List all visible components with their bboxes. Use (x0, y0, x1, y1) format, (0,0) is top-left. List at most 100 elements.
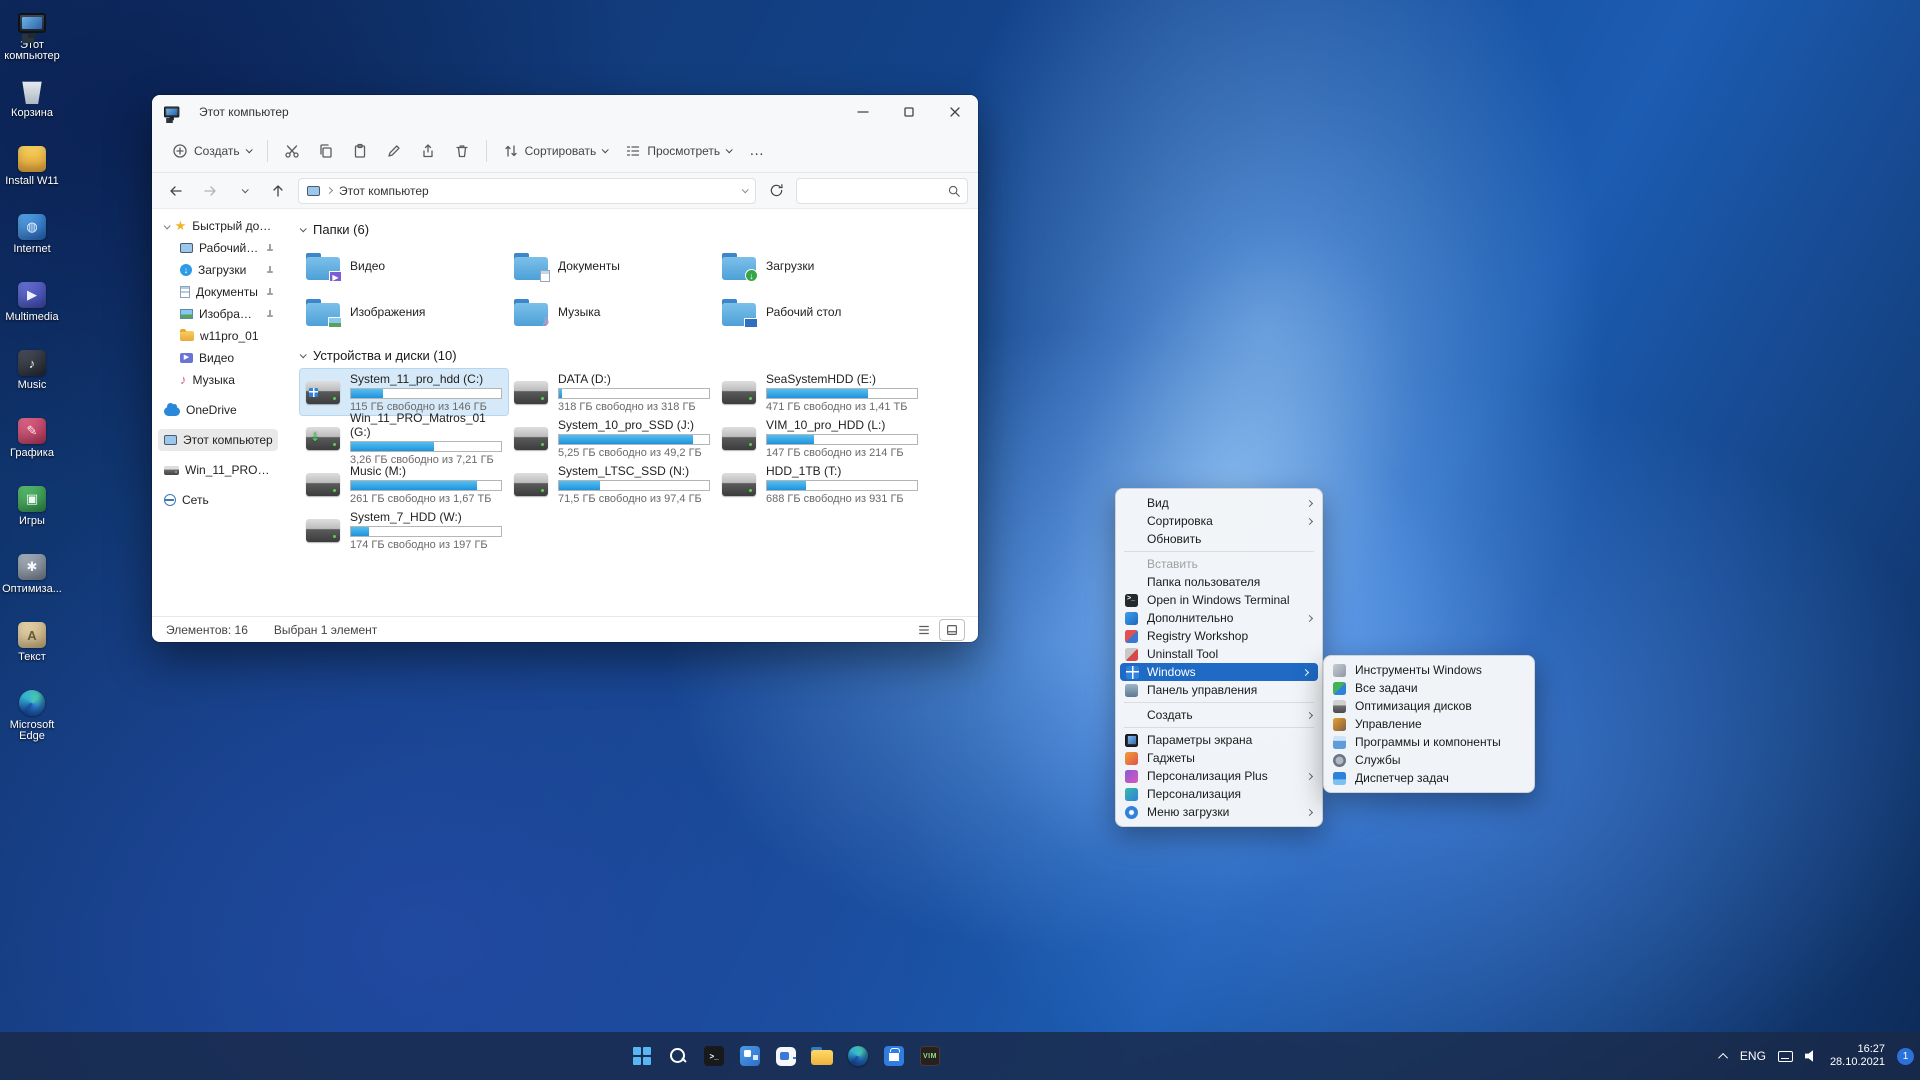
taskbar-store-button[interactable] (876, 1036, 912, 1076)
clock[interactable]: 16:27 28.10.2021 (1830, 1043, 1885, 1069)
desktop-icon-text[interactable]: А Текст (0, 616, 64, 684)
sidebar-item-music[interactable]: ♪ Музыка (158, 369, 278, 391)
desktop-icon-internet[interactable]: ◍ Internet (0, 208, 64, 276)
rename-button[interactable] (378, 137, 410, 165)
desktop-icon-this-pc[interactable]: Этот компьютер (0, 4, 64, 72)
desktop-icon-recycle-bin[interactable]: Корзина (0, 72, 64, 140)
context-menu-item-advanced[interactable]: Дополнительно (1116, 609, 1322, 627)
taskbar-edge-button[interactable] (840, 1036, 876, 1076)
drive-tile-g[interactable]: ⇣ Win_11_PRO_Matros_01 (G:) 3,26 ГБ своб… (300, 415, 508, 461)
taskbar-vim-button[interactable]: VIM (912, 1036, 948, 1076)
sidebar-item-pictures[interactable]: Изображения (158, 303, 278, 325)
refresh-button[interactable] (762, 177, 790, 205)
search-input[interactable] (796, 178, 968, 204)
desktop-icon-music[interactable]: ♪ Music (0, 344, 64, 412)
folder-tile-pictures[interactable]: Изображения (300, 289, 508, 335)
sidebar-item-onedrive[interactable]: OneDrive (158, 399, 278, 421)
sidebar-item-quick-access[interactable]: ★ Быстрый доступ (158, 215, 278, 237)
context-menu-item-user-folder[interactable]: Папка пользователя (1116, 573, 1322, 591)
submenu-item-task-manager[interactable]: Диспетчер задач (1324, 769, 1534, 787)
context-menu-item-view[interactable]: Вид (1116, 494, 1322, 512)
sidebar-item-network[interactable]: Сеть (158, 489, 278, 511)
collapse-chevron-icon[interactable] (300, 351, 307, 358)
taskbar-terminal-button[interactable]: >_ (696, 1036, 732, 1076)
context-menu-item-personalization-plus[interactable]: Персонализация Plus (1116, 767, 1322, 785)
submenu-item-all-tasks[interactable]: Все задачи (1324, 679, 1534, 697)
forward-button[interactable] (196, 177, 224, 205)
context-menu-item-control-panel[interactable]: Панель управления (1116, 681, 1322, 699)
drive-tile-d[interactable]: DATA (D:) 318 ГБ свободно из 318 ГБ (508, 369, 716, 415)
sidebar-item-desktop[interactable]: Рабочий стол (158, 237, 278, 259)
recent-locations-button[interactable] (230, 177, 258, 205)
taskbar-chat-button[interactable] (768, 1036, 804, 1076)
folder-tile-music[interactable]: ♪ Музыка (508, 289, 716, 335)
large-icons-view-button[interactable] (940, 620, 964, 640)
drive-tile-j[interactable]: System_10_pro_SSD (J:) 5,25 ГБ свободно … (508, 415, 716, 461)
submenu-item-management[interactable]: Управление (1324, 715, 1534, 733)
view-button[interactable]: Просмотреть (617, 137, 739, 165)
drive-tile-n[interactable]: System_LTSC_SSD (N:) 71,5 ГБ свободно из… (508, 461, 716, 507)
title-bar[interactable]: Этот компьютер (152, 95, 978, 129)
context-menu-item-display-settings[interactable]: Параметры экрана (1116, 731, 1322, 749)
collapse-chevron-icon[interactable] (300, 225, 307, 232)
share-button[interactable] (412, 137, 444, 165)
paste-button[interactable] (344, 137, 376, 165)
submenu-item-disk-optimization[interactable]: Оптимизация дисков (1324, 697, 1534, 715)
breadcrumb[interactable]: Этот компьютер (298, 178, 756, 204)
delete-button[interactable] (446, 137, 478, 165)
drive-tile-w[interactable]: System_7_HDD (W:) 174 ГБ свободно из 197… (300, 507, 508, 553)
volume-icon[interactable] (1805, 1050, 1818, 1063)
back-button[interactable] (162, 177, 190, 205)
taskbar-explorer-button[interactable] (804, 1036, 840, 1076)
folder-tile-downloads[interactable]: ↓ Загрузки (716, 243, 924, 289)
context-menu-item-sort[interactable]: Сортировка (1116, 512, 1322, 530)
maximize-button[interactable] (886, 95, 932, 129)
drive-tile-m[interactable]: Music (M:) 261 ГБ свободно из 1,67 ТБ (300, 461, 508, 507)
context-menu-item-gadgets[interactable]: Гаджеты (1116, 749, 1322, 767)
context-menu-item-refresh[interactable]: Обновить (1116, 530, 1322, 548)
close-button[interactable] (932, 95, 978, 129)
sidebar-item-w11pro-folder[interactable]: w11pro_01 (158, 325, 278, 347)
new-button[interactable]: Создать (164, 137, 259, 165)
submenu-item-programs-features[interactable]: Программы и компоненты (1324, 733, 1534, 751)
cut-button[interactable] (276, 137, 308, 165)
folder-tile-videos[interactable]: ▶ Видео (300, 243, 508, 289)
context-menu-item-personalization[interactable]: Персонализация (1116, 785, 1322, 803)
drive-tile-c[interactable]: System_11_pro_hdd (C:) 115 ГБ свободно и… (300, 369, 508, 415)
start-button[interactable] (624, 1036, 660, 1076)
context-menu-item-registry-workshop[interactable]: Registry Workshop (1116, 627, 1322, 645)
folder-tile-documents[interactable]: Документы (508, 243, 716, 289)
submenu-item-services[interactable]: Службы (1324, 751, 1534, 769)
folder-tile-desktop[interactable]: Рабочий стол (716, 289, 924, 335)
notification-badge[interactable]: 1 (1897, 1048, 1914, 1065)
minimize-button[interactable] (840, 95, 886, 129)
desktop-icon-graphics[interactable]: ✎ Графика (0, 412, 64, 480)
touch-keyboard-icon[interactable] (1778, 1051, 1793, 1062)
up-button[interactable] (264, 177, 292, 205)
more-options-button[interactable]: … (741, 142, 773, 159)
desktop-icon-install-w11[interactable]: Install W11 (0, 140, 64, 208)
context-menu-item-windows[interactable]: Windows (1120, 663, 1318, 681)
context-menu-item-boot-menu[interactable]: Меню загрузки (1116, 803, 1322, 821)
submenu-item-windows-tools[interactable]: Инструменты Windows (1324, 661, 1534, 679)
sidebar-item-this-pc[interactable]: Этот компьютер (158, 429, 278, 451)
desktop-icon-games[interactable]: ▣ Игры (0, 480, 64, 548)
drive-tile-e[interactable]: SeaSystemHDD (E:) 471 ГБ свободно из 1,4… (716, 369, 924, 415)
drive-tile-t[interactable]: HDD_1TB (T:) 688 ГБ свободно из 931 ГБ (716, 461, 924, 507)
hidden-icons-chevron[interactable] (1718, 1052, 1728, 1062)
sort-button[interactable]: Сортировать (495, 137, 616, 165)
context-menu-item-create[interactable]: Создать (1116, 706, 1322, 724)
sidebar-item-videos[interactable]: ▶ Видео (158, 347, 278, 369)
copy-button[interactable] (310, 137, 342, 165)
desktop-icon-edge[interactable]: Microsoft Edge (0, 684, 64, 752)
sidebar-item-usb-drive[interactable]: Win_11_PRO_Matros (158, 459, 278, 481)
sidebar-item-downloads[interactable]: ↓ Загрузки (158, 259, 278, 281)
taskbar-search-button[interactable] (660, 1036, 696, 1076)
language-indicator[interactable]: ENG (1740, 1049, 1766, 1063)
context-menu-item-open-terminal[interactable]: Open in Windows Terminal (1116, 591, 1322, 609)
context-menu-item-uninstall-tool[interactable]: Uninstall Tool (1116, 645, 1322, 663)
drive-tile-l[interactable]: VIM_10_pro_HDD (L:) 147 ГБ свободно из 2… (716, 415, 924, 461)
sidebar-item-documents[interactable]: Документы (158, 281, 278, 303)
taskbar-widgets-button[interactable] (732, 1036, 768, 1076)
desktop-icon-multimedia[interactable]: ▶ Multimedia (0, 276, 64, 344)
